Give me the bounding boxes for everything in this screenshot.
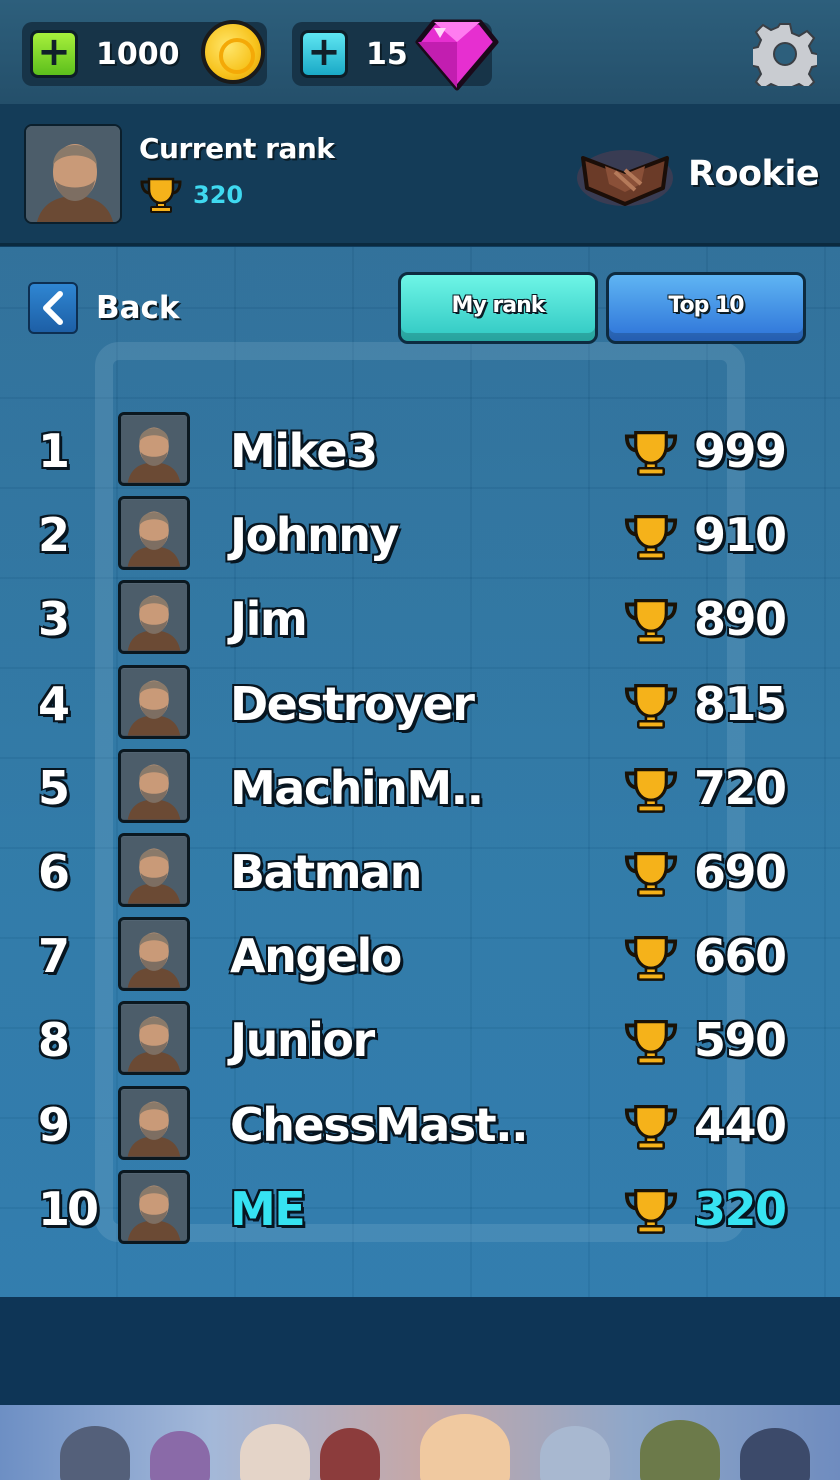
rank-number: 4 [38, 676, 70, 731]
player-name: ChessMast.. [230, 1097, 529, 1152]
player-score: 590 [694, 1013, 787, 1068]
currency-bar: + 1000 + 15 [0, 0, 840, 104]
characters-banner [0, 1405, 840, 1480]
gold-coin-icon [201, 20, 265, 84]
trophy-icon [623, 1186, 679, 1240]
current-rank-trophies: 320 [193, 181, 244, 209]
player-avatar[interactable] [118, 580, 190, 655]
player-score: 440 [694, 1097, 787, 1152]
trophy-icon [623, 512, 679, 566]
leaderboard-row-me[interactable]: 10 ME 320 [0, 1168, 840, 1252]
player-name: Angelo [230, 929, 402, 984]
leaderboard-row[interactable]: 2 Johnny 910 [0, 494, 840, 578]
trophy-icon [623, 1102, 679, 1156]
leaderboard-row[interactable]: 7 Angelo 660 [0, 915, 840, 999]
trophy-icon [623, 596, 679, 650]
player-avatar[interactable] [118, 1085, 190, 1160]
player-score: 690 [694, 845, 787, 899]
leaderboard-row[interactable]: 8 Junior 590 [0, 999, 840, 1083]
player-name: Junior [230, 1013, 375, 1068]
tab-my-rank[interactable]: My rank [398, 272, 598, 344]
coins-counter: + 1000 [22, 20, 267, 86]
rank-number: 5 [38, 760, 70, 815]
rank-number: 1 [38, 424, 70, 478]
back-button[interactable]: Back [28, 282, 180, 334]
rank-number: 2 [38, 508, 70, 563]
rank-number: 9 [38, 1097, 70, 1152]
plus-icon: + [37, 29, 71, 75]
leaderboard-row[interactable]: 6 Batman 690 [0, 831, 840, 915]
player-score: 999 [694, 424, 787, 478]
leaderboard-row[interactable]: 1 Mike3 999 [0, 410, 840, 494]
player-name: Johnny [230, 508, 399, 563]
rank-name: Rookie [688, 154, 820, 194]
tab-top-10[interactable]: Top 10 [606, 272, 806, 344]
player-score: 320 [694, 1181, 787, 1236]
leaderboard-row[interactable]: 9 ChessMast.. 440 [0, 1084, 840, 1168]
trophy-icon [623, 849, 679, 903]
trophy-icon [623, 1017, 679, 1071]
player-name: ME [230, 1181, 306, 1236]
trophy-icon [623, 933, 679, 987]
player-avatar[interactable] [118, 1001, 190, 1076]
rank-number: 7 [38, 929, 70, 984]
trophy-icon [623, 765, 679, 819]
player-score: 720 [694, 760, 787, 815]
player-avatar[interactable] [118, 917, 190, 992]
leaderboard-row[interactable]: 4 Destroyer 815 [0, 663, 840, 747]
gear-icon[interactable] [753, 22, 817, 86]
player-name: Destroyer [230, 676, 475, 731]
player-name: Mike3 [230, 424, 378, 478]
gems-counter: + 15 [292, 19, 499, 91]
rank-number: 3 [38, 592, 70, 647]
player-score: 815 [694, 676, 787, 731]
rank-number: 6 [38, 845, 70, 899]
trophy-icon [623, 681, 679, 735]
rank-number: 10 [38, 1181, 99, 1236]
player-avatar[interactable] [118, 833, 190, 907]
gems-value: 15 [366, 36, 408, 72]
current-rank-panel: Current rank 320 Rookie [0, 104, 840, 246]
player-name: Batman [230, 845, 422, 899]
trophy-icon [623, 428, 679, 482]
plus-icon: + [307, 29, 341, 75]
player-avatar[interactable] [118, 496, 190, 571]
add-gems-button[interactable]: + [300, 30, 348, 78]
current-rank-score: 320 [139, 176, 243, 214]
rookie-badge-icon [577, 150, 673, 206]
player-avatar[interactable] [118, 412, 190, 486]
tab-label: Top 10 [668, 292, 744, 318]
player-avatar[interactable] [24, 124, 122, 224]
pink-gem-icon [415, 19, 499, 91]
rank-number: 8 [38, 1013, 70, 1068]
tab-label: My rank [451, 292, 546, 318]
coins-value: 1000 [96, 36, 180, 72]
leaderboard-row[interactable]: 3 Jim 890 [0, 578, 840, 662]
player-score: 660 [694, 929, 787, 984]
player-avatar[interactable] [118, 1169, 190, 1244]
chevron-left-icon [28, 282, 78, 334]
trophy-icon [140, 177, 182, 213]
current-rank-title: Current rank [139, 132, 335, 165]
bottom-panel [0, 1297, 840, 1405]
player-avatar[interactable] [118, 748, 190, 823]
player-score: 910 [694, 508, 787, 563]
back-label: Back [96, 290, 180, 326]
player-score: 890 [694, 592, 787, 647]
player-name: Jim [230, 592, 308, 647]
player-avatar[interactable] [118, 664, 190, 739]
player-name: MachinM.. [230, 760, 484, 815]
add-coins-button[interactable]: + [30, 30, 78, 78]
leaderboard-row[interactable]: 5 MachinM.. 720 [0, 747, 840, 831]
